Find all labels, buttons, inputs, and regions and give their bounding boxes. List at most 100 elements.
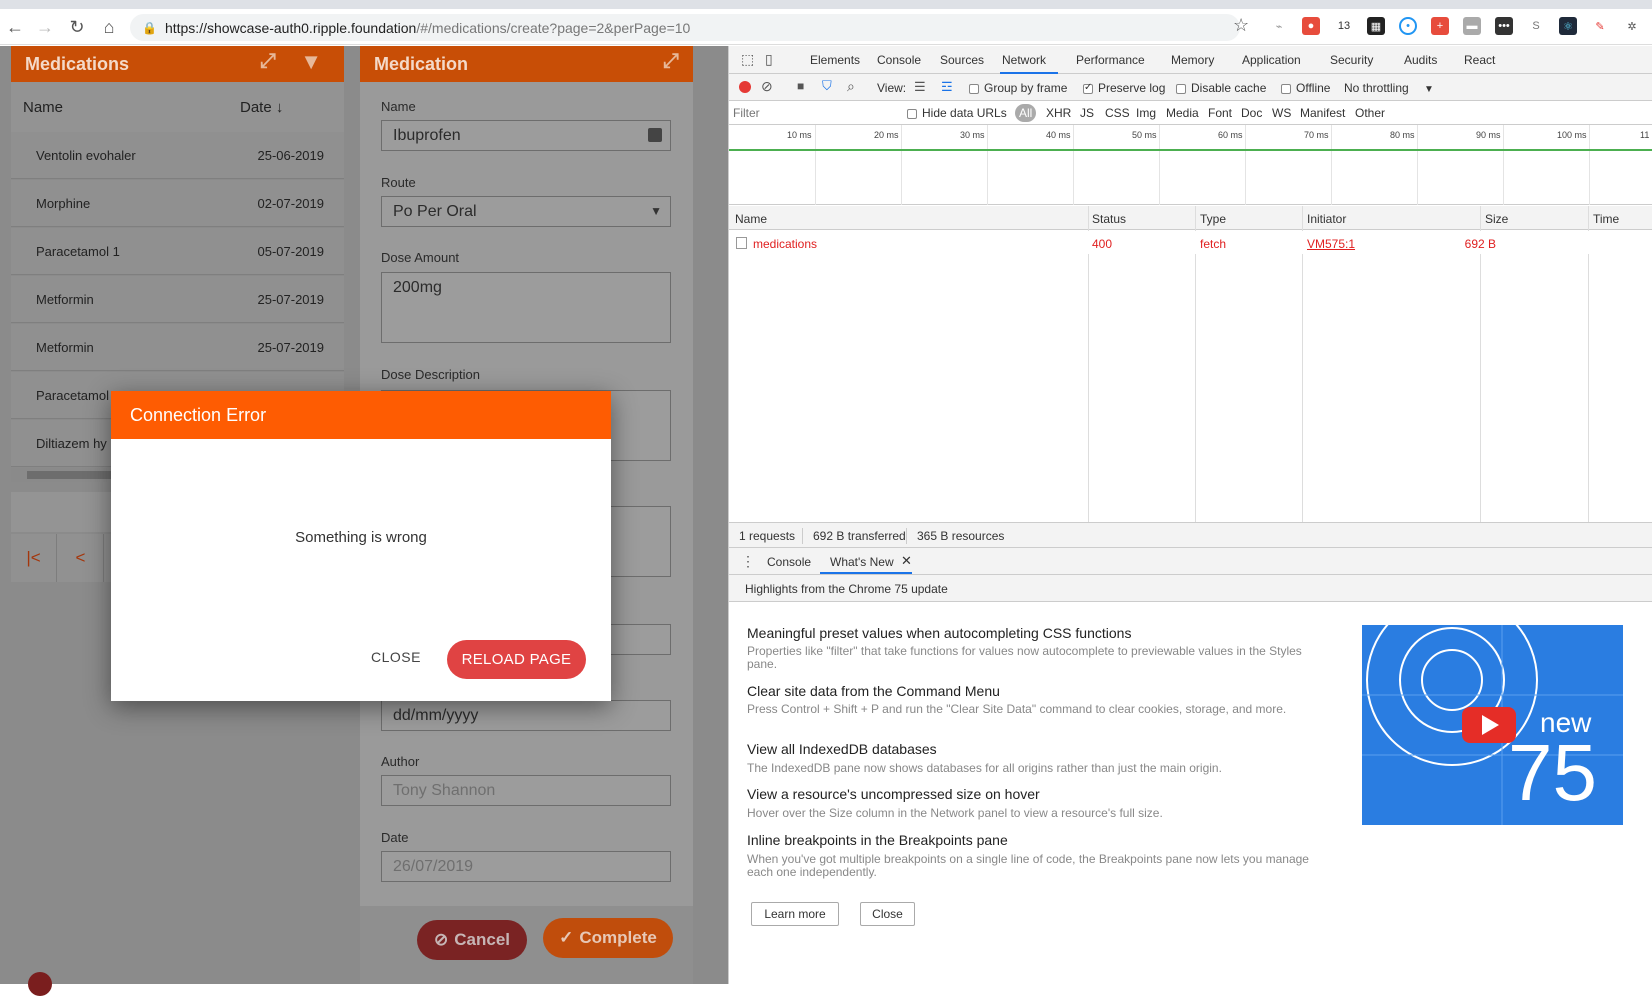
table-row[interactable]: Metformin 25-07-2019 xyxy=(11,276,344,323)
tab-memory[interactable]: Memory xyxy=(1171,53,1214,67)
tab-application[interactable]: Application xyxy=(1242,53,1301,67)
prev-page-button[interactable]: < xyxy=(58,534,104,582)
column-date[interactable]: Date ↓ xyxy=(240,99,283,116)
filter-input[interactable] xyxy=(733,104,889,122)
reload-page-button[interactable]: RELOAD PAGE xyxy=(447,640,586,679)
table-row[interactable]: Paracetamol 1 05-07-2019 xyxy=(11,228,344,275)
group-by-frame-toggle[interactable]: Group by frame xyxy=(969,81,1067,95)
close-icon[interactable]: ✕ xyxy=(901,553,912,569)
tab-sources[interactable]: Sources xyxy=(940,53,984,67)
whats-new-item-title[interactable]: View a resource's uncompressed size on h… xyxy=(747,786,1040,802)
filter-css[interactable]: CSS xyxy=(1105,106,1130,120)
fab-partial[interactable] xyxy=(28,972,52,996)
search-icon[interactable]: ⌕ xyxy=(847,78,855,95)
filter-icon[interactable]: ▼ xyxy=(300,49,322,75)
record-icon[interactable] xyxy=(739,81,751,93)
chrome-75-video-thumbnail[interactable]: new 75 xyxy=(1362,594,1623,825)
filter-font[interactable]: Font xyxy=(1208,106,1232,120)
cancel-button[interactable]: ⊘ Cancel xyxy=(417,920,527,960)
reload-icon[interactable]: ↻ xyxy=(62,9,92,45)
extension-icon-1[interactable]: ⌁ xyxy=(1270,17,1288,35)
complete-button[interactable]: ✓ Complete xyxy=(543,918,673,958)
preserve-log-toggle[interactable]: Preserve log xyxy=(1083,81,1165,95)
whats-new-item-title[interactable]: Inline breakpoints in the Breakpoints pa… xyxy=(747,832,1008,848)
tab-console[interactable]: Console xyxy=(877,53,921,67)
filter-other[interactable]: Other xyxy=(1355,106,1385,120)
back-icon[interactable]: ← xyxy=(0,9,30,45)
screenshot-icon[interactable]: ■ xyxy=(797,79,804,93)
network-overview-timeline[interactable]: 10 ms 20 ms 30 ms 40 ms 50 ms 60 ms 70 m… xyxy=(729,125,1652,205)
extension-icon-9[interactable]: ✎ xyxy=(1591,17,1609,35)
filter-js[interactable]: JS xyxy=(1080,106,1094,120)
route-select[interactable]: Po Per Oral ▼ xyxy=(381,196,671,227)
expand-icon[interactable]: ⤢ xyxy=(663,50,679,73)
column-initiator[interactable]: Initiator xyxy=(1307,212,1346,226)
tab-network[interactable]: Network xyxy=(1002,53,1046,67)
more-options-icon[interactable]: ⋮ xyxy=(741,553,755,570)
home-icon[interactable]: ⌂ xyxy=(94,9,124,45)
route-value: Po Per Oral xyxy=(393,202,477,220)
column-time[interactable]: Time xyxy=(1593,212,1619,226)
filter-media[interactable]: Media xyxy=(1166,106,1199,120)
date-field[interactable]: dd/mm/yyyy xyxy=(381,700,671,731)
filter-ws[interactable]: WS xyxy=(1272,106,1291,120)
hide-data-urls-toggle[interactable]: Hide data URLs xyxy=(907,106,1007,120)
waterfall-icon[interactable]: ☲ xyxy=(941,79,953,95)
request-initiator-link[interactable]: VM575:1 xyxy=(1307,237,1355,251)
whats-new-item-title[interactable]: Meaningful preset values when autocomple… xyxy=(747,625,1131,641)
name-field[interactable]: Ibuprofen xyxy=(381,120,671,151)
table-row[interactable]: Ventolin evohaler 25-06-2019 xyxy=(11,132,344,179)
clear-icon[interactable]: ⊘ xyxy=(761,78,773,95)
throttling-select[interactable]: No throttling ▼ xyxy=(1344,81,1434,95)
drawer-tab-whats-new[interactable]: What's New xyxy=(830,555,894,569)
address-bar[interactable]: 🔒 https://showcase-auth0.ripple.foundati… xyxy=(130,14,1240,41)
extension-icon-5[interactable]: + xyxy=(1431,17,1449,35)
dialog-close-button[interactable]: CLOSE xyxy=(371,649,421,665)
filter-all[interactable]: All xyxy=(1015,104,1037,122)
column-status[interactable]: Status xyxy=(1092,212,1126,226)
filter-doc[interactable]: Doc xyxy=(1241,106,1262,120)
column-name[interactable]: Name xyxy=(23,99,63,116)
tab-security[interactable]: Security xyxy=(1330,53,1373,67)
first-page-button[interactable]: |< xyxy=(11,534,57,582)
column-type[interactable]: Type xyxy=(1200,212,1226,226)
disable-cache-toggle[interactable]: Disable cache xyxy=(1176,81,1266,95)
extension-icon-7[interactable]: ••• xyxy=(1495,17,1513,35)
device-toolbar-icon[interactable]: ▯ xyxy=(765,51,773,68)
offline-toggle[interactable]: Offline xyxy=(1281,81,1330,95)
extension-icon-2[interactable]: ● xyxy=(1302,17,1320,35)
inspect-element-icon[interactable]: ⬚ xyxy=(741,51,754,68)
react-devtools-icon[interactable]: ⚛ xyxy=(1559,17,1577,35)
filter-xhr[interactable]: XHR xyxy=(1046,106,1071,120)
filter-icon[interactable]: ⛉ xyxy=(822,78,832,94)
route-label: Route xyxy=(381,175,416,190)
whats-new-item-title[interactable]: View all IndexedDB databases xyxy=(747,741,937,757)
dose-amount-field[interactable]: 200mg xyxy=(381,272,671,343)
tab-elements[interactable]: Elements xyxy=(810,53,860,67)
large-rows-icon[interactable]: ☰ xyxy=(914,79,926,95)
table-row[interactable]: Metformin 25-07-2019 xyxy=(11,324,344,371)
whats-new-close-button[interactable]: Close xyxy=(860,902,915,926)
request-row[interactable]: medications 400 fetch VM575:1 692 B xyxy=(729,231,1652,254)
extension-icon-8[interactable]: S xyxy=(1527,17,1545,35)
learn-more-button[interactable]: Learn more xyxy=(751,902,839,926)
tab-performance[interactable]: Performance xyxy=(1076,53,1145,67)
column-size[interactable]: Size xyxy=(1485,212,1508,226)
summary-resources: 365 B resources xyxy=(917,529,1005,543)
forward-icon[interactable]: → xyxy=(30,9,60,45)
tab-audits[interactable]: Audits xyxy=(1404,53,1437,67)
table-row[interactable]: Morphine 02-07-2019 xyxy=(11,180,344,227)
filter-img[interactable]: Img xyxy=(1136,106,1156,120)
tab-react[interactable]: React xyxy=(1464,53,1495,67)
filter-manifest[interactable]: Manifest xyxy=(1300,106,1345,120)
bookmark-star-icon[interactable]: ☆ xyxy=(1233,15,1249,36)
extension-icon-4[interactable]: • xyxy=(1399,17,1417,35)
whats-new-item-title[interactable]: Clear site data from the Command Menu xyxy=(747,683,1000,699)
extension-icon-3[interactable]: 13 xyxy=(1335,17,1353,35)
expand-icon[interactable]: ⤢ xyxy=(260,50,276,73)
apps-grid-icon[interactable]: ▦ xyxy=(1367,17,1385,35)
extension-icon-6[interactable]: ▬ xyxy=(1463,17,1481,35)
extensions-puzzle-icon[interactable]: ✲ xyxy=(1623,17,1641,35)
drawer-tab-console[interactable]: Console xyxy=(767,555,811,569)
column-name[interactable]: Name xyxy=(735,212,767,226)
